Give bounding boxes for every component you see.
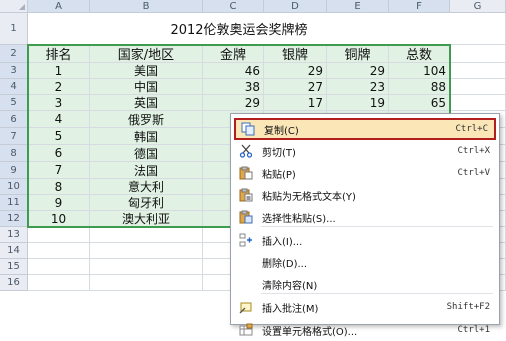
paste-icon bbox=[234, 162, 258, 184]
row-header-9[interactable]: 9 bbox=[0, 162, 28, 179]
comment-icon bbox=[234, 296, 258, 318]
empty-cell[interactable] bbox=[28, 243, 90, 259]
menu-item-label: 复制(C) bbox=[264, 125, 299, 137]
row-header-4[interactable]: 4 bbox=[0, 79, 28, 95]
context-menu: 复制(C) Ctrl+C 剪切(T) Ctrl+X 粘贴(P) Ctrl+V 粘贴为无格式文… bbox=[230, 113, 500, 338]
empty-cell[interactable] bbox=[90, 227, 203, 243]
menu-item-label: 插入批注(M) bbox=[262, 303, 319, 315]
menu-item-label: 插入(I)... bbox=[262, 236, 303, 248]
row-header-2[interactable]: 2 bbox=[0, 45, 28, 63]
menu-item-label: 剪切(T) bbox=[262, 147, 296, 159]
empty-cell[interactable] bbox=[90, 275, 203, 291]
menu-item-label: 设置单元格格式(O)... bbox=[262, 326, 358, 338]
column-header-b[interactable]: B bbox=[90, 0, 203, 13]
menu-item-insert[interactable]: 插入(I)... bbox=[234, 229, 496, 251]
row-header-3[interactable]: 3 bbox=[0, 63, 28, 79]
row-header-6[interactable]: 6 bbox=[0, 111, 28, 128]
empty-cell[interactable] bbox=[28, 275, 90, 291]
row-header-15[interactable]: 15 bbox=[0, 259, 28, 275]
column-header-d[interactable]: D bbox=[264, 0, 327, 13]
menu-item-copy[interactable]: 复制(C) Ctrl+C bbox=[234, 118, 496, 140]
menu-separator bbox=[261, 226, 493, 227]
empty-cell[interactable] bbox=[450, 79, 506, 95]
row-header-13[interactable]: 13 bbox=[0, 227, 28, 243]
row-header-11[interactable]: 11 bbox=[0, 195, 28, 211]
menu-item-shortcut: Ctrl+X bbox=[457, 146, 490, 156]
menu-item-shortcut: Ctrl+C bbox=[455, 124, 488, 134]
row-header-16[interactable]: 16 bbox=[0, 275, 28, 291]
menu-item-label: 粘贴(P) bbox=[262, 169, 296, 181]
row-header-12[interactable]: 12 bbox=[0, 211, 28, 227]
menu-item-label: 删除(D)... bbox=[262, 258, 308, 270]
empty-cell[interactable] bbox=[450, 13, 506, 45]
paste-text-icon bbox=[234, 184, 258, 206]
row-header-5[interactable]: 5 bbox=[0, 95, 28, 111]
format-cells-icon bbox=[234, 319, 258, 341]
menu-item-clear-contents[interactable]: 清除内容(N) bbox=[234, 273, 496, 295]
menu-item-paste[interactable]: 粘贴(P) Ctrl+V bbox=[234, 162, 496, 184]
menu-icon-slot bbox=[234, 273, 258, 295]
empty-cell[interactable] bbox=[90, 243, 203, 259]
empty-cell[interactable] bbox=[28, 227, 90, 243]
menu-item-format-cells[interactable]: 设置单元格格式(O)... Ctrl+1 bbox=[234, 319, 496, 341]
row-header-1[interactable]: 1 bbox=[0, 13, 28, 45]
menu-item-paste-plain-text[interactable]: 粘贴为无格式文本(Y) bbox=[234, 184, 496, 206]
menu-item-paste-special[interactable]: 选择性粘贴(S)... bbox=[234, 206, 496, 228]
row-header-10[interactable]: 10 bbox=[0, 179, 28, 195]
column-header-a[interactable]: A bbox=[28, 0, 90, 13]
column-header-e[interactable]: E bbox=[327, 0, 389, 13]
menu-item-delete[interactable]: 删除(D)... bbox=[234, 251, 496, 273]
menu-separator bbox=[261, 293, 493, 294]
column-header-c[interactable]: C bbox=[203, 0, 264, 13]
table-title[interactable]: 2012伦敦奥运会奖牌榜 bbox=[28, 13, 450, 45]
row-header-8[interactable]: 8 bbox=[0, 145, 28, 162]
menu-item-shortcut: Ctrl+1 bbox=[457, 325, 490, 335]
menu-icon-slot bbox=[234, 251, 258, 273]
column-header-f[interactable]: F bbox=[389, 0, 450, 13]
row-header-14[interactable]: 14 bbox=[0, 243, 28, 259]
menu-item-cut[interactable]: 剪切(T) Ctrl+X bbox=[234, 140, 496, 162]
insert-icon bbox=[234, 229, 258, 251]
empty-cell[interactable] bbox=[450, 45, 506, 63]
empty-cell[interactable] bbox=[450, 95, 506, 111]
menu-item-label: 粘贴为无格式文本(Y) bbox=[262, 191, 356, 203]
menu-item-shortcut: Shift+F2 bbox=[446, 302, 490, 312]
row-header-7[interactable]: 7 bbox=[0, 128, 28, 145]
scissors-icon bbox=[234, 140, 258, 162]
menu-item-label: 清除内容(N) bbox=[262, 280, 318, 292]
select-all-corner[interactable] bbox=[0, 0, 28, 13]
menu-item-insert-comment[interactable]: 插入批注(M) Shift+F2 bbox=[234, 296, 496, 318]
empty-cell[interactable] bbox=[90, 259, 203, 275]
empty-cell[interactable] bbox=[28, 259, 90, 275]
paste-special-icon bbox=[234, 206, 258, 228]
empty-cell[interactable] bbox=[450, 63, 506, 79]
menu-item-shortcut: Ctrl+V bbox=[457, 168, 490, 178]
menu-item-label: 选择性粘贴(S)... bbox=[262, 213, 336, 225]
copy-icon bbox=[236, 118, 260, 140]
column-header-g[interactable]: G bbox=[450, 0, 506, 13]
